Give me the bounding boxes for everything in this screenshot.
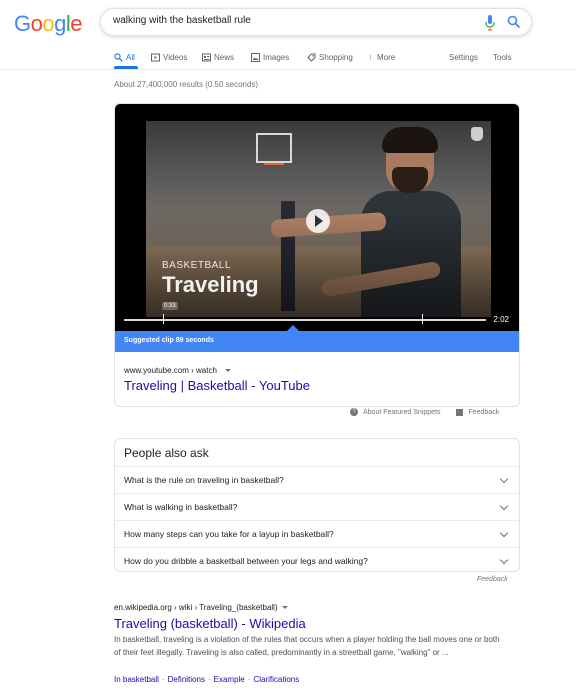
tab-label: Videos (163, 53, 188, 62)
wiki-sitelinks: In basketball · Definitions · Example · Clarif… (114, 675, 299, 684)
feedback-label: Feedback (468, 408, 500, 416)
search-input[interactable]: walking with the basketball rule (113, 15, 251, 26)
search-icon (114, 53, 123, 62)
chevron-down-icon (499, 528, 509, 538)
search-tabs: All Videos News Images Shopping More Set… (114, 49, 576, 69)
separator: · (247, 675, 251, 684)
chevron-down-icon (499, 474, 509, 484)
featured-snippet: BASKETBALL Traveling 0:33 2:02 Suggested… (114, 103, 520, 407)
paa-question-text: How do you dribble a basketball between … (124, 556, 368, 566)
backboard (256, 133, 292, 163)
result-stats: About 27,400,000 results (0.50 seconds) (114, 80, 259, 89)
paa-question-text: What is the rule on traveling in basketb… (124, 475, 284, 485)
wiki-url-text: en.wikipedia.org › wiki › Traveling_(bas… (114, 603, 278, 612)
tag-icon (307, 53, 316, 62)
google-logo[interactable]: Google (14, 11, 83, 37)
chevron-down-icon (499, 501, 509, 511)
paa-feedback[interactable]: Feedback (477, 576, 508, 583)
paa-question-text: How many steps can you take for a layup … (124, 529, 334, 539)
clip-start-time: 0:33 (162, 302, 178, 310)
caret-down-icon[interactable] (224, 369, 231, 372)
more-vert-icon (369, 55, 371, 60)
logo-letter: e (70, 11, 83, 36)
logo-letter: g (54, 11, 66, 36)
settings-label: Settings (449, 53, 478, 62)
hoop-rim (264, 161, 284, 165)
tab-label: Images (263, 53, 290, 62)
logo-letter: o (30, 11, 43, 36)
video-progress-bar[interactable] (124, 319, 486, 321)
tab-shopping[interactable]: Shopping (307, 53, 353, 62)
tools-link[interactable]: Tools (493, 53, 512, 62)
channel-logo-icon (471, 127, 483, 141)
feedback-icon (456, 408, 464, 416)
caret-down-icon[interactable] (281, 606, 288, 609)
header-divider (0, 69, 576, 70)
chevron-down-icon (499, 555, 509, 565)
snippet-url: www.youtube.com › watch (124, 366, 231, 375)
suggested-clip-bar[interactable]: Suggested clip 89 seconds (115, 331, 519, 352)
about-label: About Featured Snippets (363, 408, 441, 416)
tools-label: Tools (493, 53, 512, 62)
help-icon: ? (350, 408, 358, 416)
tab-label: All (126, 53, 135, 62)
tab-news[interactable]: News (202, 53, 234, 62)
tab-label: More (377, 53, 396, 62)
video-duration: 2:02 (493, 315, 509, 324)
separator: · (161, 675, 165, 684)
paa-title: People also ask (124, 446, 209, 460)
video-title: Traveling (162, 272, 259, 297)
about-featured-snippets[interactable]: ? About Featured Snippets (350, 408, 440, 416)
paa-question-text: What is walking in basketball? (124, 502, 238, 512)
paa-question[interactable]: How do you dribble a basketball between … (115, 547, 519, 574)
paa-question[interactable]: What is walking in basketball? (115, 493, 519, 520)
wiki-title-link[interactable]: Traveling (basketball) - Wikipedia (114, 616, 306, 631)
search-icon[interactable] (507, 15, 521, 29)
news-icon (202, 53, 211, 62)
sitelink[interactable]: In basketball (114, 675, 159, 684)
sitelink[interactable]: Example (214, 675, 245, 684)
logo-letter: G (14, 11, 31, 36)
paa-question[interactable]: What is the rule on traveling in basketb… (115, 466, 519, 493)
settings-link[interactable]: Settings (449, 53, 478, 62)
mic-icon[interactable] (485, 15, 495, 31)
tab-all[interactable]: All (114, 53, 135, 62)
image-icon (251, 53, 260, 62)
tab-more[interactable]: More (369, 53, 395, 62)
logo-letter: o (42, 11, 55, 36)
tab-label: Shopping (319, 53, 353, 62)
tab-images[interactable]: Images (251, 53, 289, 62)
clip-start-marker (163, 314, 164, 324)
video-player[interactable]: BASKETBALL Traveling 0:33 2:02 (115, 104, 519, 331)
person-beard (392, 167, 428, 193)
separator: · (207, 675, 211, 684)
video-icon (151, 53, 160, 62)
video-kicker: BASKETBALL (162, 260, 231, 271)
tab-videos[interactable]: Videos (151, 53, 187, 62)
person-hair (382, 127, 438, 153)
clip-end-marker (422, 314, 423, 324)
snippet-url-text: www.youtube.com › watch (124, 366, 217, 375)
wiki-url: en.wikipedia.org › wiki › Traveling_(bas… (114, 603, 288, 612)
tab-label: News (214, 53, 235, 62)
search-box[interactable]: walking with the basketball rule (100, 8, 532, 36)
video-thumbnail[interactable]: BASKETBALL Traveling (146, 121, 491, 317)
snippet-title-link[interactable]: Traveling | Basketball - YouTube (124, 378, 310, 393)
snippet-feedback[interactable]: Feedback (456, 408, 500, 416)
play-button-icon[interactable] (306, 209, 330, 233)
sitelink[interactable]: Definitions (168, 675, 205, 684)
paa-question[interactable]: How many steps can you take for a layup … (115, 520, 519, 547)
people-also-ask: People also ask What is the rule on trav… (114, 438, 520, 572)
wiki-description: In basketball, traveling is a violation … (114, 635, 500, 657)
sitelink[interactable]: Clarifications (253, 675, 299, 684)
snippet-footer: ? About Featured Snippets Feedback (350, 408, 499, 416)
